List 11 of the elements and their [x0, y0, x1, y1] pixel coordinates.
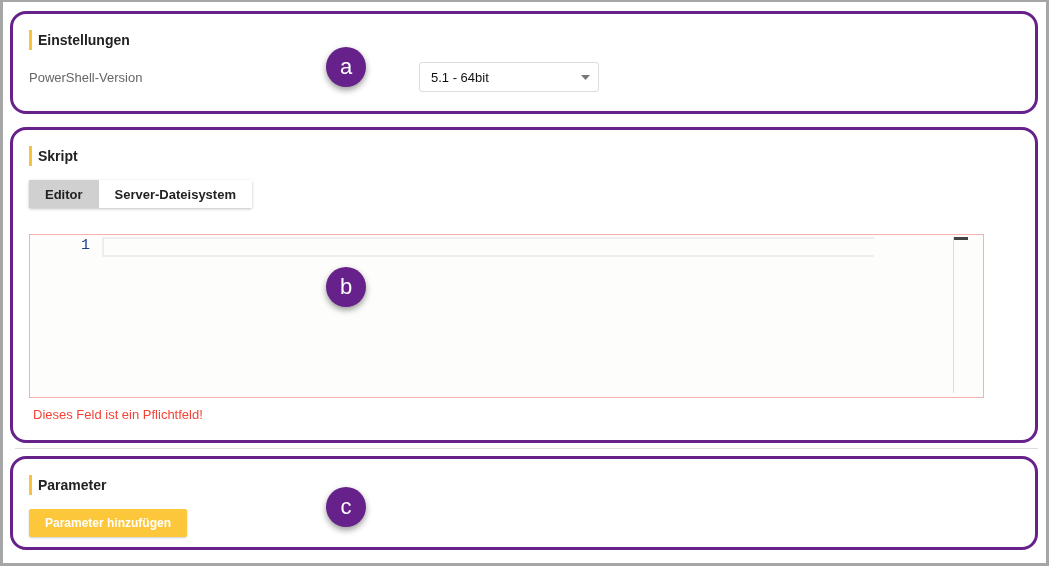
- version-select[interactable]: 5.1 - 64bit: [419, 62, 599, 92]
- line-number: 1: [80, 237, 90, 254]
- annotation-badge: a: [326, 47, 366, 87]
- dropdown-caret-icon: [581, 74, 590, 80]
- tab[interactable]: Editor: [29, 180, 99, 208]
- scrollbar[interactable]: [953, 237, 969, 393]
- tab[interactable]: Server-Dateisystem: [98, 180, 252, 208]
- field-label: PowerShell-Version: [29, 69, 143, 85]
- annotation-badge: c: [326, 487, 366, 527]
- section-title: Skript: [29, 146, 1019, 166]
- error-message: Dieses Feld ist ein Pflichtfeld!: [32, 407, 204, 422]
